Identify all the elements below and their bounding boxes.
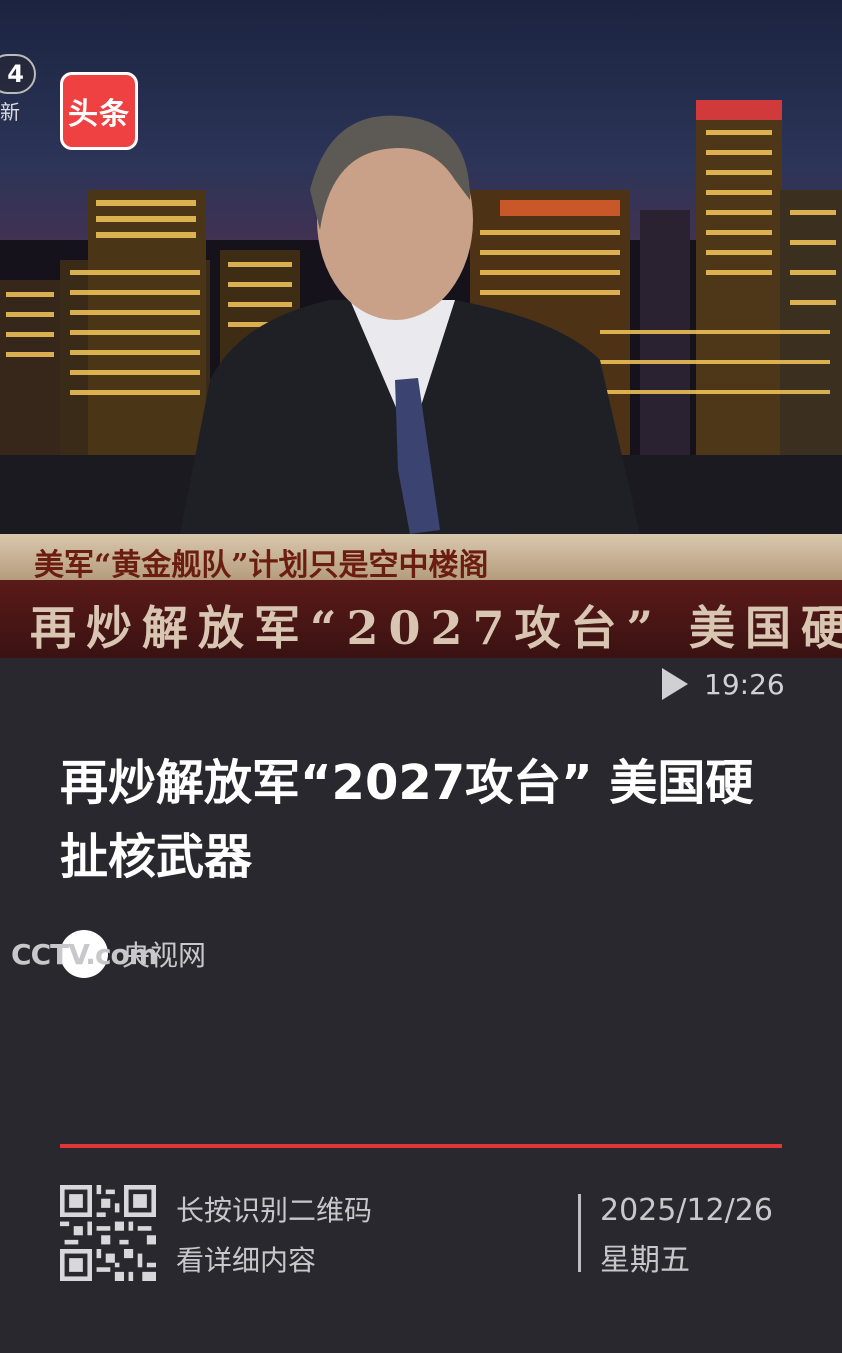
- channel-sub-label: 新: [0, 100, 20, 124]
- ticker-top-text: 美军“黄金舰队”计划只是空中楼阁: [34, 548, 489, 583]
- news-ticker-top: 美军“黄金舰队”计划只是空中楼阁: [0, 534, 842, 583]
- qr-line-1: 长按识别二维码: [176, 1194, 373, 1227]
- footer-divider: [60, 1144, 782, 1148]
- ticker-main-text: 再炒解放军“2027攻台” 美国硬扯核武: [30, 601, 842, 655]
- source-avatar[interactable]: CCTV.com: [11, 930, 158, 978]
- duration-text: 19:26: [704, 667, 785, 701]
- vertical-divider: [578, 1194, 581, 1272]
- publish-date: 2025/12/26 星期五: [600, 1186, 773, 1286]
- logo-text: 头条: [68, 97, 130, 132]
- source-info[interactable]: CCTV.com 央视网: [11, 930, 206, 978]
- qr-code-icon[interactable]: [60, 1185, 156, 1281]
- date-text: 2025/12/26: [600, 1193, 773, 1228]
- qr-instructions: 长按识别二维码 看详细内容: [176, 1186, 372, 1286]
- toutiao-logo: 头条: [60, 72, 138, 150]
- video-duration[interactable]: 19:26: [662, 666, 785, 702]
- qr-line-2: 看详细内容: [176, 1244, 317, 1277]
- source-name[interactable]: 央视网: [122, 934, 206, 974]
- weekday-text: 星期五: [600, 1243, 690, 1278]
- news-ticker-main: 再炒解放军“2027攻台” 美国硬扯核武: [0, 580, 842, 658]
- play-icon[interactable]: [662, 668, 688, 700]
- video-thumbnail[interactable]: 4 新 头条 美军“黄金舰队”计划只是空中楼阁 再炒解放军“2027攻台” 美国…: [0, 0, 842, 658]
- article-title[interactable]: 再炒解放军“2027攻台” 美国硬扯核武器: [60, 746, 790, 894]
